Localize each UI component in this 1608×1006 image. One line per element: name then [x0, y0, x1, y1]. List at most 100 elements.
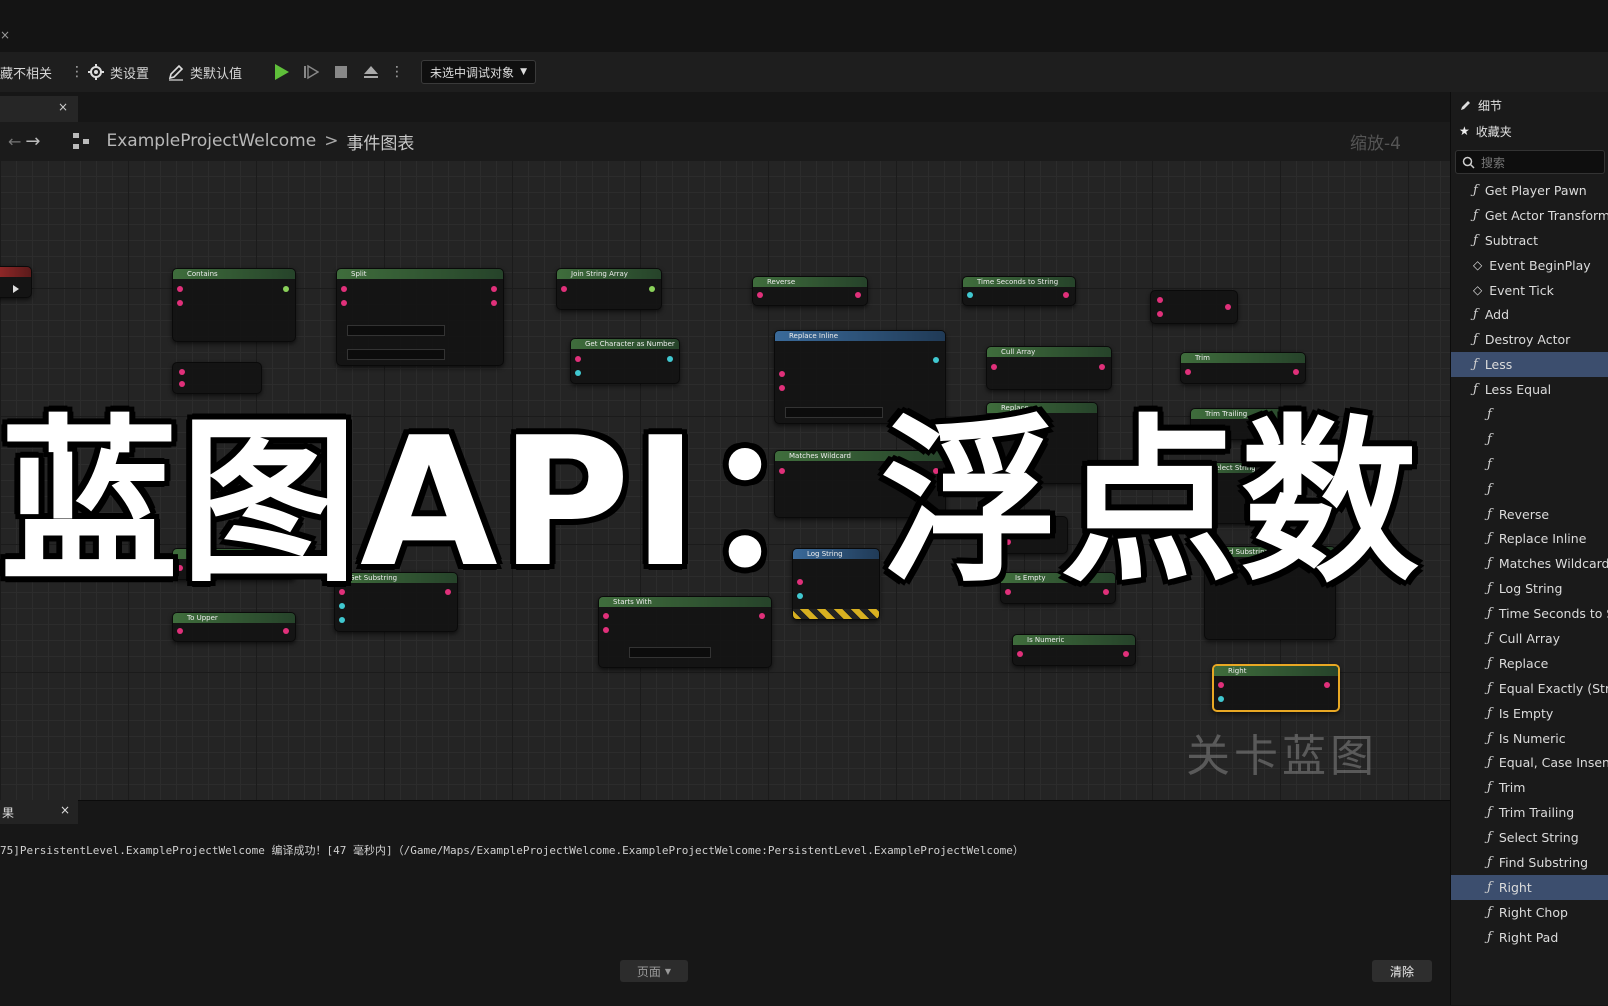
palette-item-label: Is Numeric — [1498, 730, 1566, 746]
node-dropdown[interactable] — [629, 647, 711, 658]
node-pin[interactable] — [491, 286, 497, 292]
graph-node[interactable]: Is Numeric — [1012, 634, 1136, 666]
node-pin[interactable] — [1123, 651, 1129, 657]
graph-node[interactable] — [0, 266, 32, 298]
function-icon: ƒ — [1487, 581, 1492, 597]
node-pin[interactable] — [1157, 297, 1163, 303]
node-pin[interactable] — [283, 286, 289, 292]
palette-item-label: Trim Trailing — [1498, 805, 1575, 821]
close-icon[interactable]: × — [60, 803, 70, 817]
node-pin[interactable] — [339, 617, 345, 623]
class-settings-button[interactable]: 类设置 — [87, 63, 149, 82]
tab-favorites[interactable]: ★ 收藏夹 — [1451, 118, 1608, 144]
palette-item[interactable]: ƒ Get Actor Transform — [1451, 203, 1608, 228]
results-tab-label: 果 — [2, 806, 15, 820]
palette-item[interactable]: ƒ Select String — [1451, 825, 1608, 850]
node-pin[interactable] — [561, 286, 567, 292]
overlay-title: 蓝图API：浮点数 — [0, 398, 1421, 606]
clear-button[interactable]: 清除 — [1372, 960, 1432, 982]
close-tab-icon[interactable]: × — [0, 28, 10, 42]
palette-item[interactable]: ƒ Less — [1451, 352, 1608, 378]
graph-node[interactable]: Split — [336, 268, 504, 366]
palette-item[interactable]: ƒ Trim — [1451, 775, 1608, 800]
palette-item[interactable]: ƒ Cull Array — [1451, 626, 1608, 651]
node-pin[interactable] — [967, 292, 973, 298]
function-icon: ƒ — [1473, 232, 1478, 248]
palette-item[interactable]: ƒ Destroy Actor — [1451, 327, 1608, 352]
palette-item-label: Equal Exactly (String) — [1498, 680, 1608, 696]
play-more-icon[interactable]: ⋮ — [390, 64, 404, 80]
palette-item[interactable]: ƒ Replace — [1451, 651, 1608, 676]
stop-button[interactable] — [330, 61, 352, 83]
palette-item[interactable]: ◇ Event BeginPlay — [1451, 253, 1608, 278]
hide-unrelated-button[interactable]: 藏不相关 — [0, 63, 52, 82]
breadcrumb-project[interactable]: ExampleProjectWelcome — [107, 131, 317, 151]
node-pin[interactable] — [855, 292, 861, 298]
palette-item[interactable]: ƒ Equal Exactly (String) — [1451, 676, 1608, 701]
step-icon — [304, 64, 320, 80]
palette-item[interactable]: ƒ Right Chop — [1451, 900, 1608, 925]
node-pin[interactable] — [603, 627, 609, 633]
node-pin[interactable] — [177, 628, 183, 634]
palette-item[interactable]: ƒ Is Empty — [1451, 701, 1608, 726]
exec-pin[interactable] — [13, 285, 19, 293]
node-pin[interactable] — [1157, 311, 1163, 317]
breadcrumb-graph[interactable]: 事件图表 — [346, 129, 414, 154]
graph-node[interactable] — [1150, 290, 1238, 324]
palette-item-label: Get Player Pawn — [1484, 182, 1587, 198]
graph-node[interactable]: Time Seconds to String — [962, 276, 1076, 306]
node-dropdown[interactable] — [347, 325, 445, 336]
palette-item[interactable]: ƒ Add — [1451, 302, 1608, 327]
graph-node[interactable]: Contains — [172, 268, 296, 342]
node-pin[interactable] — [283, 628, 289, 634]
palette-item[interactable]: ƒ Time Seconds to String — [1451, 601, 1608, 626]
play-button[interactable] — [270, 61, 292, 83]
toolbar-more-icon[interactable]: ⋮ — [70, 64, 84, 80]
graph-node-selected[interactable]: Right — [1212, 664, 1340, 712]
step-button[interactable] — [300, 61, 322, 83]
tab-details[interactable]: 细节 — [1451, 92, 1608, 118]
node-pin[interactable] — [491, 300, 497, 306]
zoom-level: 缩放-4 — [1350, 133, 1401, 154]
eject-button[interactable] — [360, 61, 382, 83]
palette-item[interactable]: ƒ Right — [1451, 874, 1608, 900]
graph-node[interactable]: To Upper — [172, 612, 296, 642]
log-message[interactable]: 75]PersistentLevel.ExampleProjectWelcome… — [0, 842, 1024, 858]
compiler-results-panel — [0, 800, 1450, 1006]
function-icon: ƒ — [1487, 780, 1492, 796]
palette-item[interactable]: ƒ Find Substring — [1451, 850, 1608, 875]
search-input[interactable]: 搜索 — [1455, 150, 1605, 174]
graph-node[interactable]: Join String Array — [556, 268, 662, 310]
back-arrow-icon[interactable]: ← — [8, 132, 21, 151]
node-pin[interactable] — [341, 300, 347, 306]
class-defaults-button[interactable]: 类默认值 — [167, 63, 242, 82]
node-pin[interactable] — [1063, 292, 1069, 298]
debug-target-select[interactable]: 未选中调试对象 ▼ — [421, 60, 536, 84]
palette-item[interactable]: ƒ Right Pad — [1451, 925, 1608, 950]
node-pin[interactable] — [177, 300, 183, 306]
palette-item[interactable]: ƒ Get Player Pawn — [1451, 178, 1608, 203]
node-pin[interactable] — [1324, 682, 1330, 688]
breadcrumb: ← → ExampleProjectWelcome > 事件图表 缩放-4 — [0, 122, 1450, 160]
palette-item[interactable]: ƒ Subtract — [1451, 228, 1608, 253]
node-pin[interactable] — [1225, 304, 1231, 310]
tab-event-graph[interactable]: × — [0, 96, 78, 122]
page-dropdown[interactable]: 页面 ▼ — [620, 960, 688, 982]
node-pin[interactable] — [1218, 682, 1224, 688]
palette-item[interactable]: ƒ Trim Trailing — [1451, 800, 1608, 825]
close-icon[interactable]: × — [58, 100, 68, 114]
node-pin[interactable] — [649, 286, 655, 292]
node-pin[interactable] — [1218, 696, 1224, 702]
node-pin[interactable] — [1017, 651, 1023, 657]
palette-item[interactable]: ƒ Equal, Case Insensitive — [1451, 750, 1608, 775]
palette-item[interactable]: ƒ Is Numeric — [1451, 726, 1608, 751]
search-placeholder: 搜索 — [1481, 155, 1506, 170]
graph-node[interactable]: Reverse — [752, 276, 868, 306]
node-pin[interactable] — [177, 286, 183, 292]
tab-compiler-results[interactable]: 果 × — [0, 800, 78, 824]
palette-item[interactable]: ◇ Event Tick — [1451, 278, 1608, 303]
node-pin[interactable] — [757, 292, 763, 298]
node-pin[interactable] — [341, 286, 347, 292]
palette-item-label: Right Pad — [1498, 929, 1559, 945]
forward-arrow-icon[interactable]: → — [25, 131, 40, 152]
